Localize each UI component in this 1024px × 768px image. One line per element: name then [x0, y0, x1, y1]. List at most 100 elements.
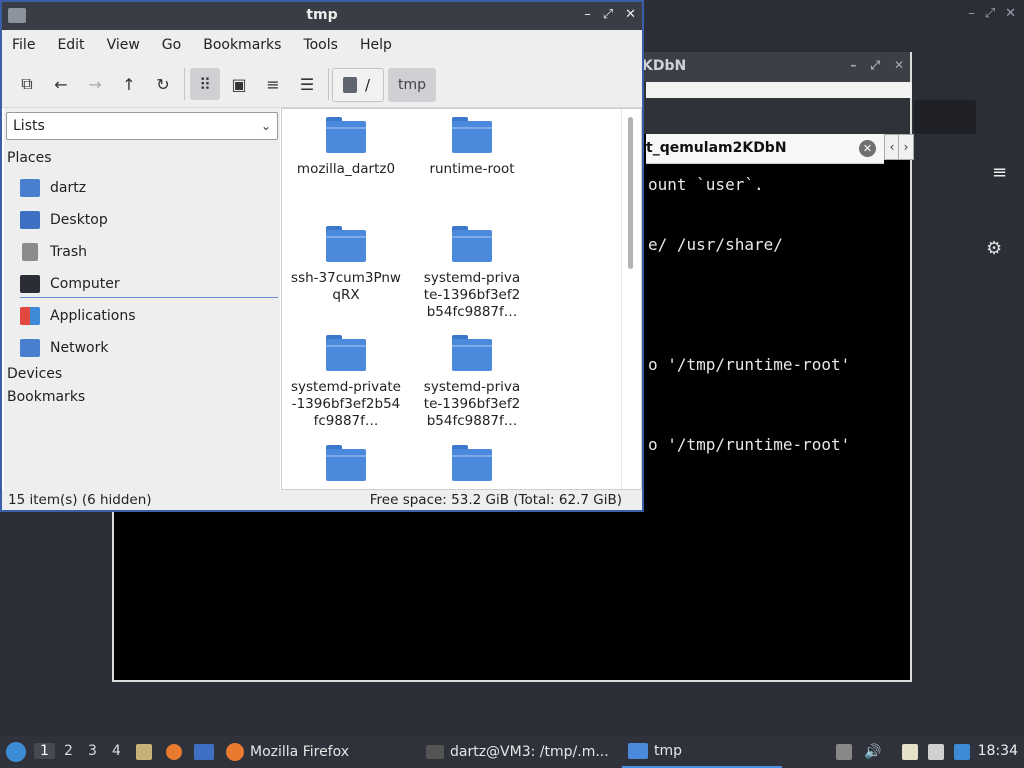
tab-close-icon[interactable]: ✕ — [859, 140, 876, 157]
menu-go[interactable]: Go — [162, 37, 181, 53]
icon-view-icon[interactable]: ⠿ — [190, 68, 220, 100]
bookmarks-header[interactable]: Bookmarks — [7, 389, 85, 405]
sidebar-item-label: Network — [50, 340, 109, 356]
list-view-icon[interactable]: ☰ — [292, 68, 322, 100]
terminal-search-box[interactable] — [914, 100, 976, 134]
file-manager-window[interactable]: tmp – ⤢ ✕ File Edit View Go Bookmarks To… — [0, 0, 644, 512]
maximize-icon[interactable]: ⤢ — [603, 7, 613, 22]
terminal-output[interactable]: ount `user`. e/ /usr/share/ o '/tmp/runt… — [646, 165, 912, 454]
task-file-manager[interactable]: tmp — [622, 736, 782, 768]
side-pane-mode-select[interactable]: Lists ⌄ — [6, 112, 278, 140]
menu-view[interactable]: View — [107, 37, 140, 53]
workspace-1[interactable]: 1 — [34, 743, 55, 759]
file-list-pane[interactable]: mozilla_dartz0 runtime-root ssh-37cum3Pn… — [281, 108, 642, 490]
menu-edit[interactable]: Edit — [57, 37, 84, 53]
drive-icon — [343, 77, 357, 93]
sidebar-item-trash[interactable]: Trash — [20, 238, 278, 266]
close-icon[interactable]: ✕ — [625, 7, 636, 22]
hamburger-menu-icon[interactable]: ≡ — [992, 162, 1007, 183]
places-header: Places — [7, 150, 52, 166]
minimize-icon[interactable]: – — [968, 6, 975, 21]
updates-icon[interactable] — [954, 744, 970, 760]
sidebar-item-computer[interactable]: Computer — [20, 270, 278, 298]
workspace-4[interactable]: 4 — [112, 743, 121, 759]
volume-icon[interactable]: 🔊 — [864, 744, 881, 760]
back-icon[interactable]: ← — [46, 68, 76, 100]
devices-header[interactable]: Devices — [7, 366, 62, 382]
side-pane-mode-value: Lists — [13, 118, 45, 134]
sidebar-item-applications[interactable]: Applications — [20, 302, 278, 330]
menu-bookmarks[interactable]: Bookmarks — [203, 37, 281, 53]
scrollbar-thumb[interactable] — [628, 117, 633, 269]
minimize-icon[interactable]: – — [850, 58, 856, 73]
sidebar-item-label: Applications — [50, 308, 136, 324]
folder-icon — [326, 445, 366, 481]
file-item[interactable] — [408, 445, 536, 489]
sidebar-item-desktop[interactable]: Desktop — [20, 206, 278, 234]
task-label: dartz@VM3: /tmp/.m... — [450, 744, 609, 760]
up-icon[interactable]: ↑ — [114, 68, 144, 100]
taskbar: 1 2 3 4 Mozilla Firefox dartz@VM3: /tmp/… — [0, 736, 1024, 768]
workspace-3[interactable]: 3 — [88, 743, 97, 759]
menu-help[interactable]: Help — [360, 37, 392, 53]
file-item[interactable]: systemd-private-1396bf3ef2b54fc9887f… — [282, 335, 410, 430]
task-firefox[interactable]: Mozilla Firefox — [226, 736, 349, 768]
desktop-launcher-icon[interactable] — [194, 744, 214, 760]
sidebar-item-label: Desktop — [50, 212, 108, 228]
window-title: tmp — [306, 7, 338, 23]
file-item[interactable]: mozilla_dartz0 — [282, 117, 410, 178]
terminal-line: o '/tmp/runtime-root' — [648, 435, 851, 454]
file-item[interactable]: ssh-37cum3PnwqRX — [282, 226, 410, 304]
folder-icon — [452, 335, 492, 371]
folder-icon — [326, 335, 366, 371]
file-item[interactable]: runtime-root — [408, 117, 536, 178]
maximize-icon[interactable]: ⤢ — [870, 58, 880, 73]
network-tray-icon[interactable] — [928, 744, 944, 760]
sidebar-item-dartz[interactable]: dartz — [20, 174, 278, 202]
background-window-controls: – ⤢ ✕ — [968, 6, 1016, 21]
chevron-down-icon: ⌄ — [260, 119, 271, 133]
task-terminal[interactable]: dartz@VM3: /tmp/.m... — [426, 736, 609, 768]
file-item[interactable]: systemd-private-1396bf3ef2b54fc9887f… — [408, 335, 536, 430]
scrollbar-track[interactable] — [621, 109, 641, 489]
file-item[interactable] — [282, 445, 410, 489]
maximize-icon[interactable]: ⤢ — [985, 6, 995, 21]
close-icon[interactable]: ✕ — [1005, 6, 1016, 21]
reload-icon[interactable]: ↻ — [148, 68, 178, 100]
path-current-button[interactable]: tmp — [388, 68, 436, 102]
menu-file[interactable]: File — [12, 37, 35, 53]
terminal-title: KDbN — [642, 58, 687, 74]
toolbar: ⧉ ← → ↑ ↻ ⠿ ▣ ≡ ☰ / tmp — [2, 60, 642, 108]
file-manager-launcher-icon[interactable] — [136, 744, 152, 760]
workspace-2[interactable]: 2 — [64, 743, 73, 759]
close-icon[interactable]: ✕ — [894, 58, 904, 73]
tab-next-button[interactable]: › — [898, 134, 914, 160]
file-manager-titlebar[interactable]: tmp – ⤢ ✕ — [2, 2, 642, 30]
menu-tools[interactable]: Tools — [303, 37, 338, 53]
path-root-button[interactable]: / — [332, 68, 384, 102]
new-tab-icon[interactable]: ⧉ — [12, 68, 42, 100]
gear-icon[interactable]: ⚙ — [986, 238, 1002, 259]
forward-icon[interactable]: → — [80, 68, 110, 100]
toolbar-separator — [328, 68, 329, 100]
file-name: mozilla_dartz0 — [296, 161, 396, 177]
clipboard-icon[interactable] — [902, 744, 918, 760]
window-controls: – ⤢ ✕ — [584, 7, 636, 22]
sidebar-item-network[interactable]: Network — [20, 334, 278, 362]
task-label: tmp — [654, 743, 683, 759]
file-name: runtime-root — [429, 161, 515, 177]
terminal-tab[interactable]: t_qemulam2KDbN ✕ — [646, 134, 884, 164]
minimize-icon[interactable]: – — [584, 7, 591, 22]
folder-icon — [452, 117, 492, 153]
firefox-launcher-icon[interactable] — [166, 744, 182, 760]
network-icon — [20, 339, 40, 357]
file-name: systemd-private-1396bf3ef2b54fc9887f… — [291, 379, 401, 429]
start-menu-button[interactable] — [6, 736, 26, 768]
clock[interactable]: 18:34 — [978, 743, 1018, 759]
file-manager-body: Lists ⌄ Places dartz Desktop Trash Compu… — [2, 108, 642, 490]
file-name: systemd-private-1396bf3ef2b54fc9887f… — [423, 270, 521, 320]
compact-view-icon[interactable]: ≡ — [258, 68, 288, 100]
eject-icon[interactable] — [836, 744, 852, 760]
file-item[interactable]: systemd-private-1396bf3ef2b54fc9887f… — [408, 226, 536, 321]
thumbnail-view-icon[interactable]: ▣ — [224, 68, 254, 100]
